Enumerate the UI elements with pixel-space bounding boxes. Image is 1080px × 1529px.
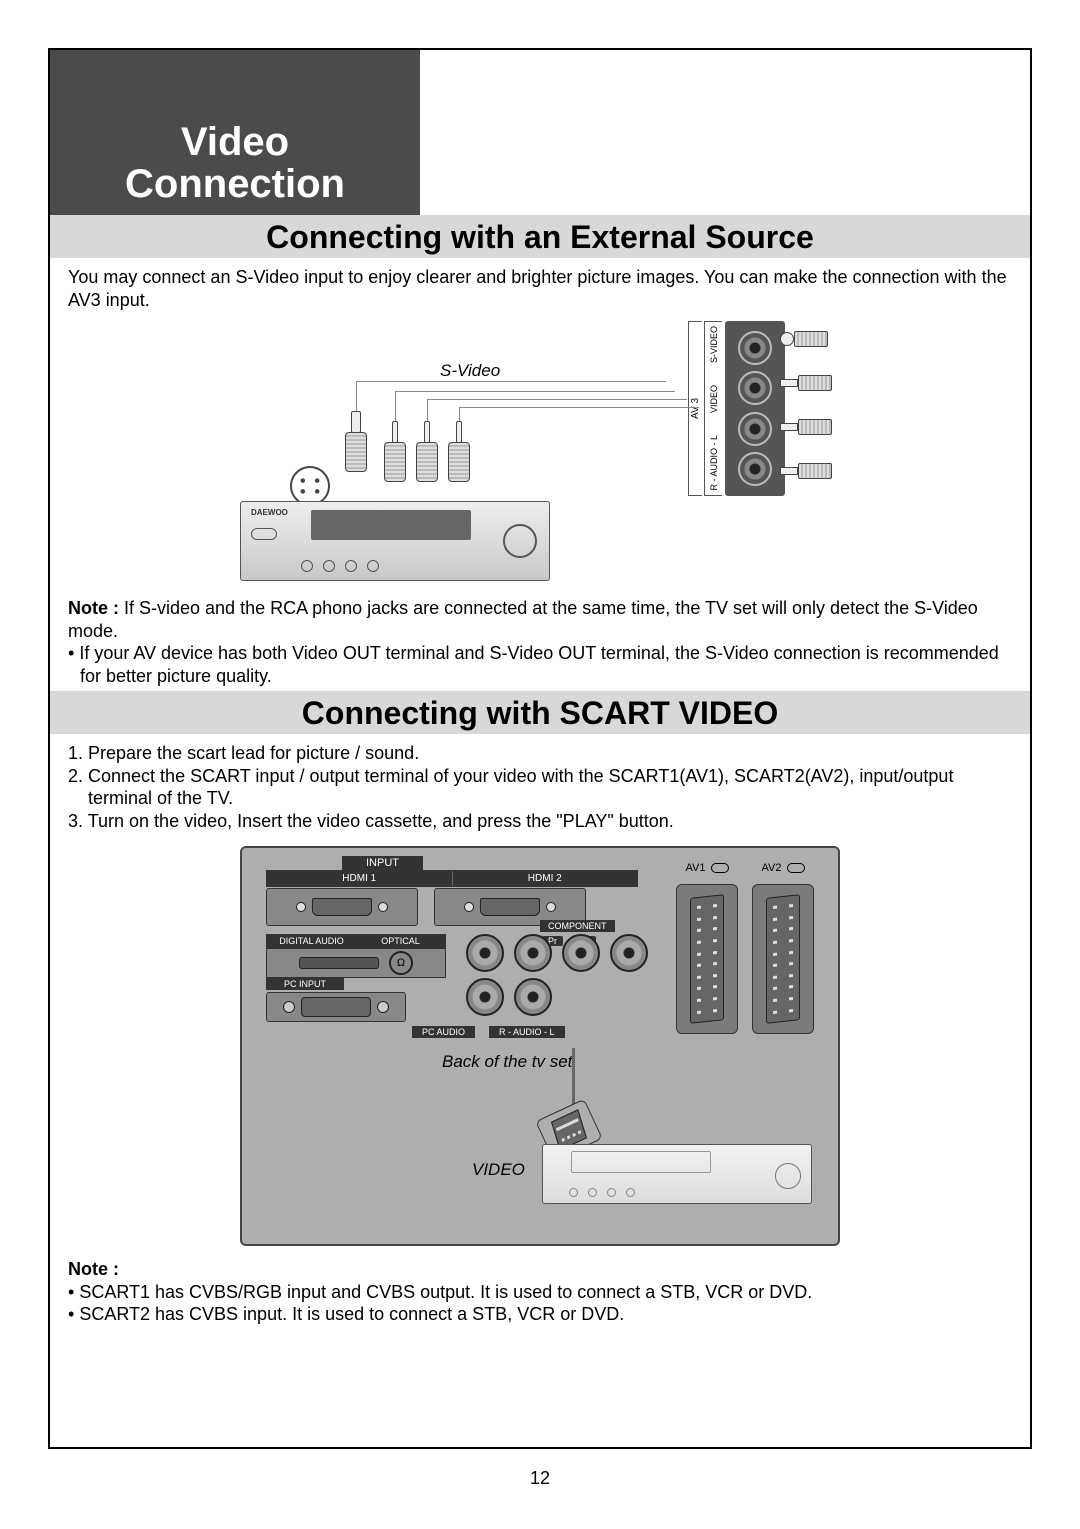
- label-video-device: VIDEO: [472, 1160, 525, 1180]
- io-arrow-icon: [711, 863, 729, 873]
- wire: [427, 399, 428, 421]
- wire: [356, 381, 666, 382]
- step-1: 1. Prepare the scart lead for picture / …: [68, 742, 1012, 765]
- title-line-2: Connection: [125, 163, 345, 205]
- section2-notes: Note : SCART1 has CVBS/RGB input and CVB…: [50, 1250, 1030, 1330]
- av3-label-strip: S-VIDEO VIDEO R - AUDIO - L: [704, 321, 722, 496]
- vcr-jog-dial: [503, 524, 537, 558]
- jack-pr: [514, 934, 552, 972]
- jack-pb: [562, 934, 600, 972]
- plug-audio-r-panel: [780, 461, 840, 481]
- port-scart-av1: [676, 884, 738, 1034]
- label-optical: OPTICAL: [356, 935, 445, 947]
- step-2: 2. Connect the SCART input / output term…: [68, 765, 1012, 810]
- page-border: Video Connection Connecting with an Exte…: [48, 48, 1032, 1449]
- section-heading-scart: Connecting with SCART VIDEO: [50, 691, 1030, 734]
- step-3: 3. Turn on the video, Insert the video c…: [68, 810, 1012, 833]
- note-label: Note :: [68, 598, 119, 618]
- plug-video-panel: [780, 373, 840, 393]
- port-optical-headphone: Ω: [266, 948, 446, 978]
- label-pc-input: PC INPUT: [266, 978, 344, 990]
- label-av1: AV1: [676, 862, 738, 874]
- diagram-tv-back-panel: INPUT HDMI 1 HDMI 2 DIGITAL AUDIOOPTICAL…: [240, 846, 840, 1246]
- label-component: COMPONENT: [540, 920, 615, 932]
- label-pc-audio: PC AUDIO: [412, 1026, 475, 1038]
- device-brand: DAEWOO: [251, 508, 288, 517]
- cassette-slot: [311, 510, 471, 540]
- vcr-device-front: DAEWOO: [240, 501, 550, 581]
- note-label-2: Note :: [68, 1258, 1012, 1281]
- jack-audio-r: [738, 452, 772, 486]
- section2-bullet-1: SCART1 has CVBS/RGB input and CVBS outpu…: [68, 1281, 1012, 1304]
- vcr-buttons: [301, 560, 379, 572]
- wire: [459, 407, 699, 408]
- plug-svideo-device: [345, 411, 367, 486]
- cassette-slot: [571, 1151, 711, 1173]
- vcr-buttons: [569, 1188, 635, 1197]
- port-hdmi1: [266, 888, 418, 926]
- port-vga: [266, 992, 406, 1022]
- label-svideo: S-Video: [440, 361, 500, 381]
- svideo-port-on-device: [290, 466, 330, 506]
- vcr-dial: [775, 1163, 801, 1189]
- diagram-svideo-connection: S-Video AV 3 S-VIDEO VIDEO R - AUDIO - L: [240, 321, 840, 581]
- label-av3-group: AV 3: [688, 321, 702, 496]
- jack-audio-l: [738, 412, 772, 446]
- label-audio-jack: R - AUDIO - L: [709, 431, 719, 495]
- section1-intro: You may connect an S-Video input to enjo…: [50, 258, 1030, 315]
- plug-rca-1: [384, 421, 406, 496]
- vcr-device-scart: [542, 1144, 812, 1204]
- section1-bullet-1: If your AV device has both Video OUT ter…: [68, 642, 1012, 687]
- label-av2: AV2: [752, 862, 814, 874]
- jack-audio-r: [466, 978, 504, 1016]
- wire: [395, 391, 675, 392]
- jack-svideo: [738, 331, 772, 365]
- section2-bullet-2: SCART2 has CVBS input. It is used to con…: [68, 1303, 1012, 1326]
- label-input: INPUT: [342, 856, 423, 870]
- port-scart-av2: [752, 884, 814, 1034]
- jack-video: [738, 371, 772, 405]
- headphone-icon: Ω: [389, 951, 413, 975]
- io-arrow-icon: [787, 863, 805, 873]
- component-audio-jacks: [464, 934, 664, 1016]
- eject-button-icon: [251, 528, 277, 540]
- label-video-jack: VIDEO: [709, 381, 719, 417]
- label-digital-audio: DIGITAL AUDIO: [267, 935, 356, 947]
- av3-panel: [725, 321, 785, 496]
- section1-notes: Note : If S-video and the RCA phono jack…: [50, 589, 1030, 691]
- label-hdmi2: HDMI 2: [453, 871, 638, 886]
- wire: [356, 381, 357, 411]
- title-line-1: Video: [181, 121, 289, 163]
- label-r-audio-l: R - AUDIO - L: [489, 1026, 565, 1038]
- wire: [459, 407, 460, 421]
- jack-audio-l: [514, 978, 552, 1016]
- section2-steps: 1. Prepare the scart lead for picture / …: [50, 734, 1030, 836]
- page-number: 12: [0, 1468, 1080, 1489]
- wire: [395, 391, 396, 421]
- plug-svideo-panel: [780, 329, 840, 349]
- note-text: If S-video and the RCA phono jacks are c…: [68, 598, 978, 641]
- section-heading-external-source: Connecting with an External Source: [50, 215, 1030, 258]
- label-hdmi1: HDMI 1: [267, 871, 453, 886]
- jack-y: [466, 934, 504, 972]
- plug-rca-2: [416, 421, 438, 496]
- label-svideo-jack: S-VIDEO: [709, 322, 719, 367]
- plug-audio-l-panel: [780, 417, 840, 437]
- plug-rca-3: [448, 421, 470, 496]
- content: Connecting with an External Source You m…: [50, 215, 1030, 1447]
- page-title-block: Video Connection: [50, 50, 420, 215]
- label-back-of-tv: Back of the tv set: [442, 1052, 572, 1072]
- wire: [427, 399, 687, 400]
- jack-pc-audio: [610, 934, 648, 972]
